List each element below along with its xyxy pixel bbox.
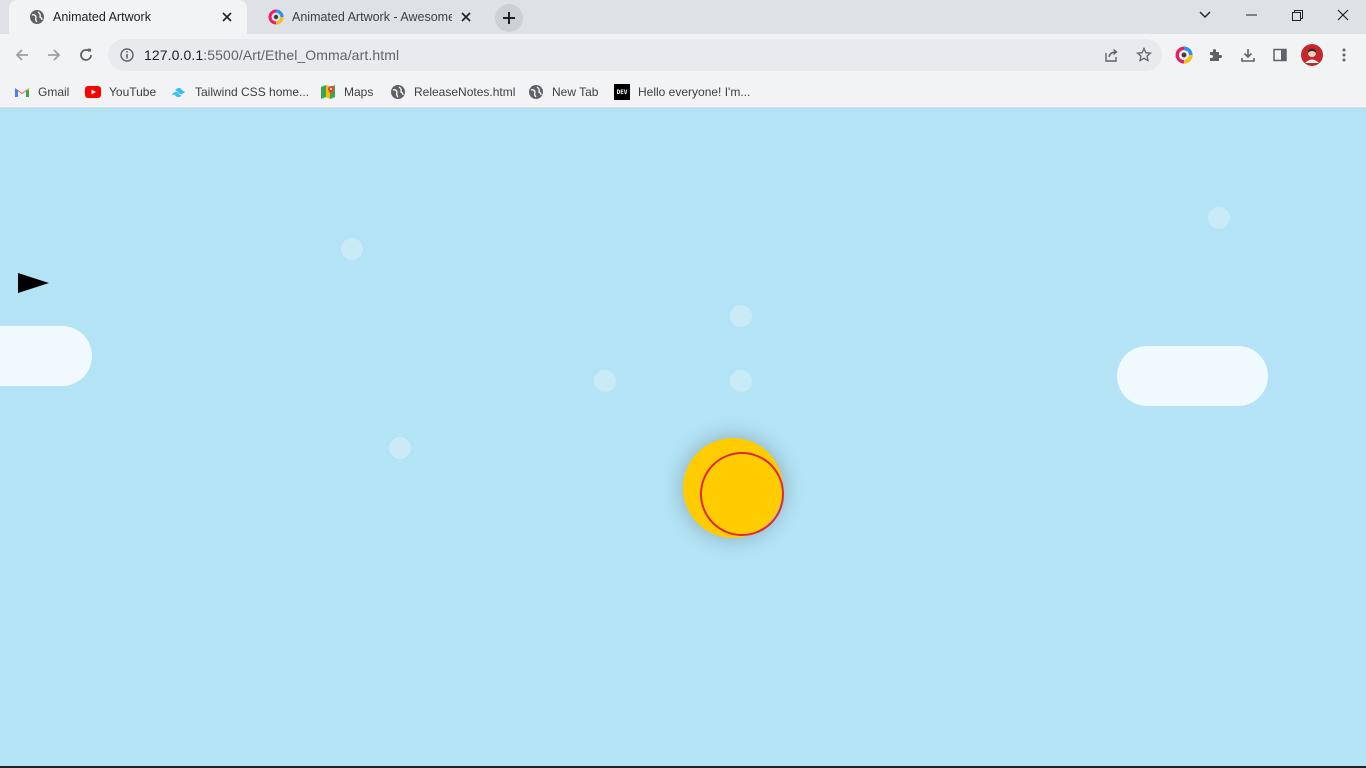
downloads-button[interactable]	[1232, 39, 1264, 71]
side-panel-icon	[1273, 48, 1287, 62]
side-panel-button[interactable]	[1264, 39, 1296, 71]
menu-button[interactable]	[1328, 39, 1360, 71]
back-button[interactable]	[6, 39, 38, 71]
tailwind-icon	[171, 84, 187, 100]
colorful-ring-icon	[1175, 46, 1193, 64]
bubble	[594, 370, 616, 392]
bookmark-maps[interactable]: Maps	[320, 81, 373, 103]
download-icon	[1241, 49, 1255, 62]
bookmark-star-icon[interactable]	[1128, 39, 1160, 71]
bookmark-dev[interactable]: DEV Hello everyone! I'm...	[614, 81, 750, 103]
colorful-extension-button[interactable]	[1168, 39, 1200, 71]
sun-ring	[700, 452, 784, 536]
avatar-icon	[1301, 44, 1323, 66]
bookmark-label: Maps	[344, 85, 374, 99]
minimize-icon	[1245, 14, 1257, 16]
bookmark-youtube[interactable]: YouTube	[85, 81, 156, 103]
colorful-ring-icon	[268, 9, 284, 25]
tab-title: Animated Artwork	[53, 10, 151, 24]
bookmark-label: Gmail	[38, 85, 70, 99]
paper-plane-shape	[18, 273, 49, 293]
close-window-button[interactable]	[1320, 0, 1366, 30]
site-info-icon[interactable]	[110, 39, 144, 71]
restore-button[interactable]	[1274, 0, 1320, 30]
forward-button[interactable]	[38, 39, 70, 71]
cloud-left	[0, 326, 92, 386]
maps-icon	[320, 84, 336, 100]
bookmark-new-tab[interactable]: New Tab	[528, 81, 598, 103]
new-tab-button[interactable]	[495, 4, 523, 32]
tab-search-button[interactable]	[1182, 0, 1228, 30]
bookmark-label: Hello everyone! I'm...	[638, 85, 751, 99]
globe-icon	[390, 84, 406, 100]
more-vert-icon	[1342, 48, 1346, 62]
close-tab-icon[interactable]	[458, 9, 474, 25]
globe-icon	[30, 10, 44, 24]
close-tab-icon[interactable]	[219, 9, 235, 25]
tab-strip: Animated Artwork Animated Artwork - Awes…	[0, 0, 1366, 34]
artwork-canvas	[0, 108, 1366, 766]
bookmark-label: ReleaseNotes.html	[414, 85, 516, 99]
bubble	[730, 370, 752, 392]
chevron-down-icon	[1199, 11, 1211, 18]
bubble	[1208, 207, 1230, 229]
bookmark-label: YouTube	[109, 85, 157, 99]
tab-awesome-scrimba[interactable]: Animated Artwork - Awesome Sc	[248, 0, 486, 34]
globe-icon	[528, 84, 544, 100]
share-icon[interactable]	[1096, 39, 1128, 71]
toolbar: 127.0.0.1:5500/Art/Ethel_Omma/art.html	[0, 34, 1366, 76]
youtube-icon	[85, 84, 101, 100]
close-icon	[1337, 9, 1349, 21]
url-text: 127.0.0.1:5500/Art/Ethel_Omma/art.html	[144, 47, 400, 63]
bookmark-gmail[interactable]: Gmail	[14, 81, 69, 103]
sun-circle	[683, 438, 784, 538]
puzzle-icon	[1210, 49, 1222, 61]
bookmark-label: Tailwind CSS home...	[195, 85, 310, 99]
bookmark-label: New Tab	[552, 85, 599, 99]
plus-icon	[503, 12, 515, 24]
restore-icon	[1291, 9, 1303, 21]
bookmarks-bar: Gmail YouTube Tailwind CSS home... Maps …	[0, 76, 1366, 108]
bubble	[730, 305, 752, 327]
minimize-button[interactable]	[1228, 0, 1274, 30]
bookmark-releasenotes[interactable]: ReleaseNotes.html	[390, 81, 515, 103]
reload-button[interactable]	[70, 39, 102, 71]
address-bar[interactable]: 127.0.0.1:5500/Art/Ethel_Omma/art.html	[108, 39, 1162, 71]
bookmark-tailwind[interactable]: Tailwind CSS home...	[171, 81, 309, 103]
bubble	[341, 238, 363, 260]
arrow-right-icon	[48, 49, 61, 61]
reload-icon	[80, 48, 92, 61]
gmail-icon	[14, 84, 30, 100]
cloud-right	[1117, 346, 1268, 406]
tab-animated-artwork[interactable]: Animated Artwork	[9, 0, 247, 34]
dev-icon: DEV	[614, 84, 630, 100]
bubble	[389, 437, 411, 459]
tab-title: Animated Artwork - Awesome Sc	[292, 10, 452, 24]
profile-avatar[interactable]	[1296, 39, 1328, 71]
extensions-button[interactable]	[1200, 39, 1232, 71]
arrow-left-icon	[15, 49, 28, 61]
